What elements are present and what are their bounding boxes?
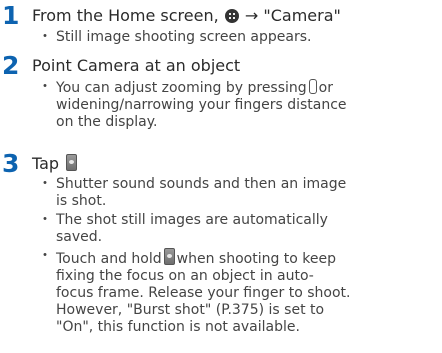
bullet-text: The shot still images are automatically … [56, 212, 328, 245]
bullet-glyph: ・ [38, 248, 52, 264]
step-title: Tap [32, 153, 79, 175]
zoom-key-icon [308, 79, 317, 94]
bullet-text: You can adjust zooming by pressing or wid… [56, 79, 438, 131]
bullet-item: ・ You can adjust zooming by pressing or w… [38, 79, 438, 131]
step-title-text: From the Home screen, [32, 6, 219, 25]
home-menu-icon [224, 9, 239, 23]
bullet-text: Touch and hold when shooting to keep fixi… [56, 248, 438, 336]
bullet-item: ・ The shot still images are automaticall… [38, 212, 438, 246]
step-title: Point Camera at an object [32, 56, 241, 75]
bullet-text-before: Touch and hold [56, 251, 162, 267]
step-title-text: Tap [32, 154, 60, 173]
bullet-item: ・ Shutter sound sounds and then an image… [38, 176, 438, 210]
step-number: 3 [2, 149, 20, 178]
shutter-icon [163, 248, 175, 265]
bullet-text: Shutter sound sounds and then an image i… [56, 176, 347, 209]
instruction-page: 1 From the Home screen, → "Camera" ・ Sti… [0, 0, 442, 353]
step-title: From the Home screen, → "Camera" [32, 5, 341, 27]
bullet-glyph: ・ [38, 29, 52, 45]
step-title-target: → "Camera" [244, 6, 341, 25]
bullet-text: Still image shooting screen appears. [56, 29, 312, 45]
shutter-icon [66, 154, 78, 171]
bullet-item: ・ Still image shooting screen appears. [38, 29, 438, 46]
bullet-glyph: ・ [38, 79, 52, 95]
bullet-text-before: You can adjust zooming by pressing [56, 80, 307, 96]
bullet-glyph: ・ [38, 176, 52, 192]
step-number: 1 [2, 1, 20, 30]
step-number: 2 [2, 51, 20, 80]
bullet-item: ・ Touch and hold when shooting to keep fi… [38, 248, 438, 336]
bullet-glyph: ・ [38, 212, 52, 228]
